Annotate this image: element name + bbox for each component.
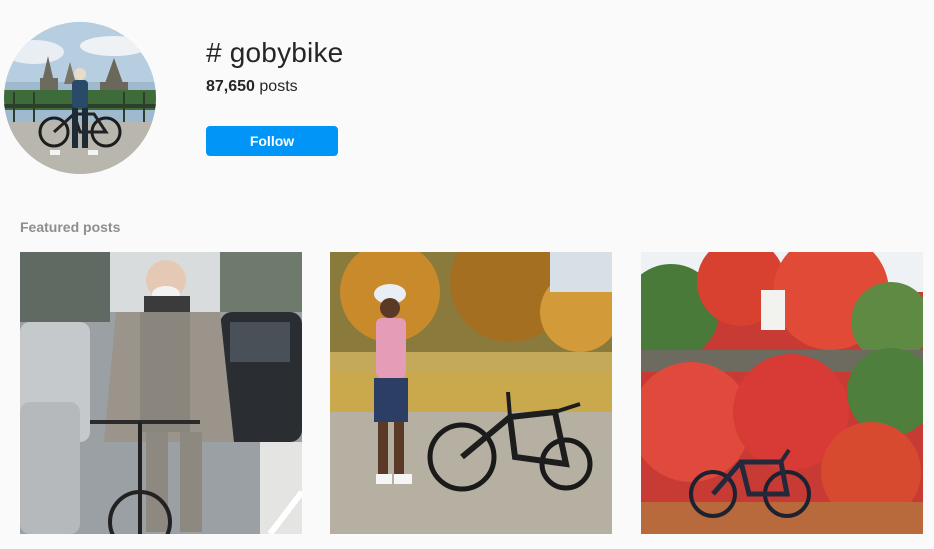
posts-count-value: 87,650 (206, 78, 255, 95)
featured-posts-heading: Featured posts (20, 219, 121, 235)
hashtag-title: # gobybike (206, 37, 344, 68)
hashtag-avatar (4, 22, 156, 174)
posts-count-label: posts (259, 78, 298, 95)
hashtag-page: # gobybike 87,650 posts Follow Featured … (0, 0, 934, 549)
posts-count: 87,650 posts (206, 77, 298, 97)
featured-post-3[interactable] (641, 252, 923, 534)
follow-button[interactable]: Follow (206, 126, 338, 156)
featured-post-1[interactable] (20, 252, 302, 534)
featured-post-2[interactable] (330, 252, 612, 534)
